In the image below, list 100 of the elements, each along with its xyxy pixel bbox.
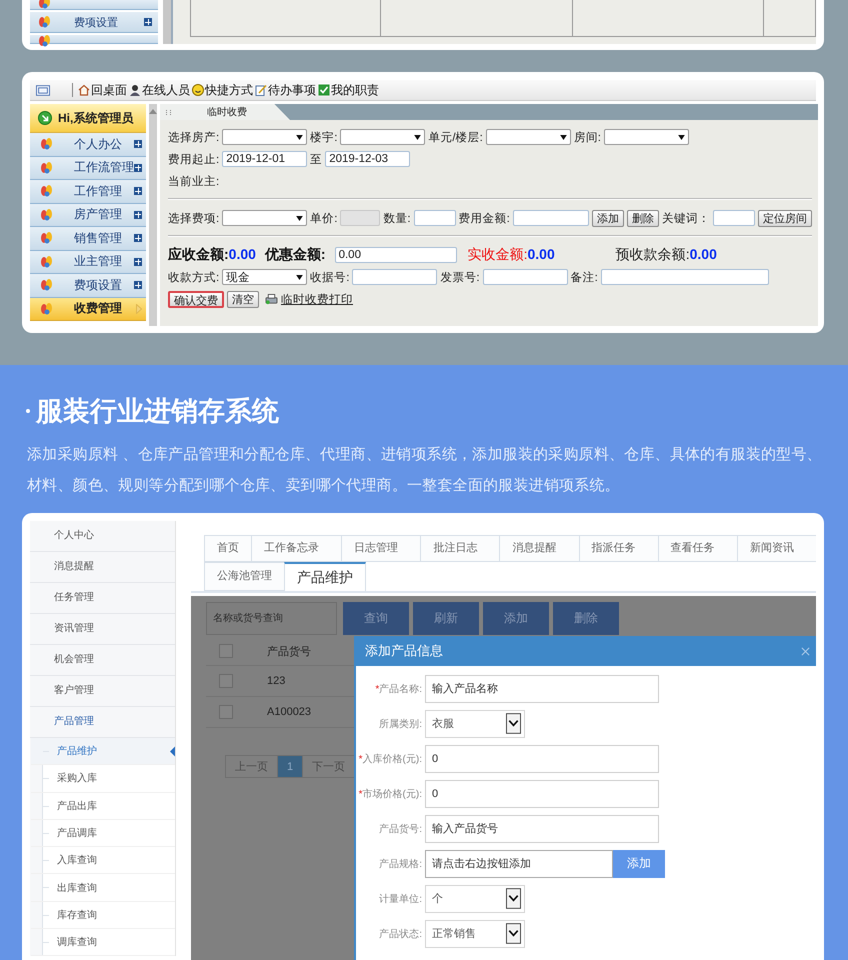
tab[interactable]: 消息提醒 xyxy=(499,535,579,562)
tab[interactable]: 公海池管理 xyxy=(204,562,284,591)
menu-item[interactable]: 房产管理 xyxy=(30,204,146,227)
plus-icon[interactable] xyxy=(134,187,142,196)
menu-item[interactable] xyxy=(30,0,158,10)
submenu-item[interactable]: 入库查询 xyxy=(31,847,175,874)
input-field[interactable] xyxy=(482,269,568,285)
up-arrow-icon[interactable] xyxy=(149,109,157,114)
dropdown[interactable] xyxy=(486,129,571,145)
menu-item[interactable] xyxy=(30,35,158,44)
scrollbar[interactable] xyxy=(163,0,171,44)
checkbox[interactable] xyxy=(219,705,233,719)
dropdown[interactable]: 衣服 xyxy=(425,710,525,738)
field-label: 单价: xyxy=(310,212,338,226)
checkbox[interactable] xyxy=(219,674,233,688)
toolbar-link[interactable]: 回桌面 xyxy=(78,82,127,98)
window-icon[interactable] xyxy=(36,84,50,96)
butterfly-icon xyxy=(38,0,52,9)
menu-item[interactable]: 个人办公 xyxy=(30,133,146,156)
butterfly-icon xyxy=(40,279,54,292)
submenu-item[interactable]: 库存查询 xyxy=(31,902,175,930)
menu-item[interactable]: 工作流管理 xyxy=(30,156,146,180)
input-field[interactable]: 2019-12-01 xyxy=(222,151,308,167)
table-cell: 123 xyxy=(267,675,286,687)
tab[interactable]: 工作备忘录 xyxy=(251,535,342,562)
action-button[interactable]: 清空 xyxy=(227,290,259,308)
dropdown[interactable] xyxy=(222,210,308,226)
dropdown[interactable] xyxy=(604,129,689,145)
submenu-item[interactable]: 调库查询 xyxy=(31,929,175,956)
input-field[interactable]: 输入产品名称 xyxy=(425,674,659,702)
input-field[interactable] xyxy=(352,269,438,285)
field-label: 当前业主: xyxy=(168,174,220,188)
plus-icon[interactable] xyxy=(144,18,152,26)
amount-text: 预收款余额:0.00 xyxy=(616,246,717,264)
search-field[interactable]: 名称或货号查询 xyxy=(206,602,337,635)
dropdown[interactable]: 个 xyxy=(425,884,525,912)
dropdown[interactable]: 正常销售 xyxy=(425,920,525,948)
menu-item[interactable]: 费项设置 xyxy=(30,12,158,33)
input-field[interactable] xyxy=(414,210,456,226)
action-button[interactable]: 添加 xyxy=(592,210,624,226)
menu-item[interactable]: 费项设置 xyxy=(30,274,146,298)
menu-item[interactable]: 收费管理 xyxy=(30,298,146,321)
caret-icon xyxy=(560,134,567,140)
tab[interactable]: 产品维护 xyxy=(284,562,366,591)
input-field[interactable]: 请点击右边按钮添加 xyxy=(425,850,613,878)
plus-icon[interactable] xyxy=(134,281,142,290)
menu-item[interactable]: 个人中心 xyxy=(30,521,175,552)
plus-icon[interactable] xyxy=(134,258,142,266)
menu-item[interactable]: 销售管理 xyxy=(30,227,146,250)
submenu-item[interactable]: 产品维护 xyxy=(31,738,175,766)
toolbar-link[interactable]: 快捷方式 xyxy=(192,82,253,98)
field-label: 数量: xyxy=(383,212,411,226)
checkbox[interactable] xyxy=(219,644,233,658)
submenu-item[interactable]: 采购入库 xyxy=(31,765,175,793)
menu-item[interactable]: 消息提醒 xyxy=(30,552,175,583)
input-field[interactable] xyxy=(512,210,589,226)
plus-icon[interactable] xyxy=(134,140,142,148)
input-field[interactable]: 0 xyxy=(425,744,659,772)
input-field[interactable] xyxy=(600,269,769,285)
tab[interactable]: 临时收费 xyxy=(160,104,290,120)
submenu-item[interactable]: 产品出库 xyxy=(31,792,175,820)
toolbar-link[interactable]: 在线人员 xyxy=(129,82,190,98)
field-label: 费用起止: xyxy=(168,152,220,166)
dropdown[interactable] xyxy=(340,129,426,145)
tab[interactable]: 指派任务 xyxy=(578,535,658,562)
menu-item[interactable]: 业主管理 xyxy=(30,250,146,274)
tab[interactable]: 新闻资讯 xyxy=(736,535,816,562)
tab[interactable]: 日志管理 xyxy=(341,535,420,562)
caret-icon xyxy=(506,923,521,944)
submenu-item[interactable]: 产品调库 xyxy=(31,820,175,848)
toolbar-link[interactable]: 我的职责 xyxy=(318,82,379,98)
plus-icon[interactable] xyxy=(134,234,142,242)
input-field[interactable]: 2019-12-03 xyxy=(325,151,410,167)
action-button[interactable]: 确认交费 xyxy=(168,290,224,308)
action-button[interactable]: 删除 xyxy=(626,210,659,226)
submenu-item[interactable]: 出库查询 xyxy=(31,874,175,902)
plus-icon[interactable] xyxy=(134,164,142,172)
dropdown[interactable] xyxy=(222,129,308,145)
input-field[interactable] xyxy=(712,210,755,226)
tab[interactable]: 首页 xyxy=(204,535,251,562)
field-label: 计量单位: xyxy=(378,892,422,906)
caret-icon xyxy=(296,274,304,280)
print-link[interactable]: 临时收费打印 xyxy=(281,292,353,306)
dropdown[interactable]: 现金 xyxy=(222,269,308,285)
scrollbar[interactable] xyxy=(149,104,157,326)
toolbar-link[interactable]: 待办事项 xyxy=(255,82,316,98)
menu-item[interactable]: 任务管理 xyxy=(30,583,175,614)
menu-item[interactable]: 客户管理 xyxy=(30,676,175,707)
close-icon[interactable] xyxy=(801,646,810,656)
input-field[interactable]: 0 xyxy=(425,780,659,808)
butterfly-icon xyxy=(40,208,54,221)
menu-item[interactable]: 机会管理 xyxy=(30,645,175,676)
tab[interactable]: 查看任务 xyxy=(658,535,737,562)
input-field[interactable]: 输入产品货号 xyxy=(425,814,659,842)
action-button[interactable]: 定位房间 xyxy=(758,210,812,226)
menu-item[interactable]: 工作管理 xyxy=(30,180,146,204)
plus-icon[interactable] xyxy=(134,210,142,219)
menu-item[interactable]: 资讯管理 xyxy=(30,614,175,645)
tab[interactable]: 批注日志 xyxy=(420,535,500,562)
input-field[interactable]: 0.00 xyxy=(334,247,457,263)
